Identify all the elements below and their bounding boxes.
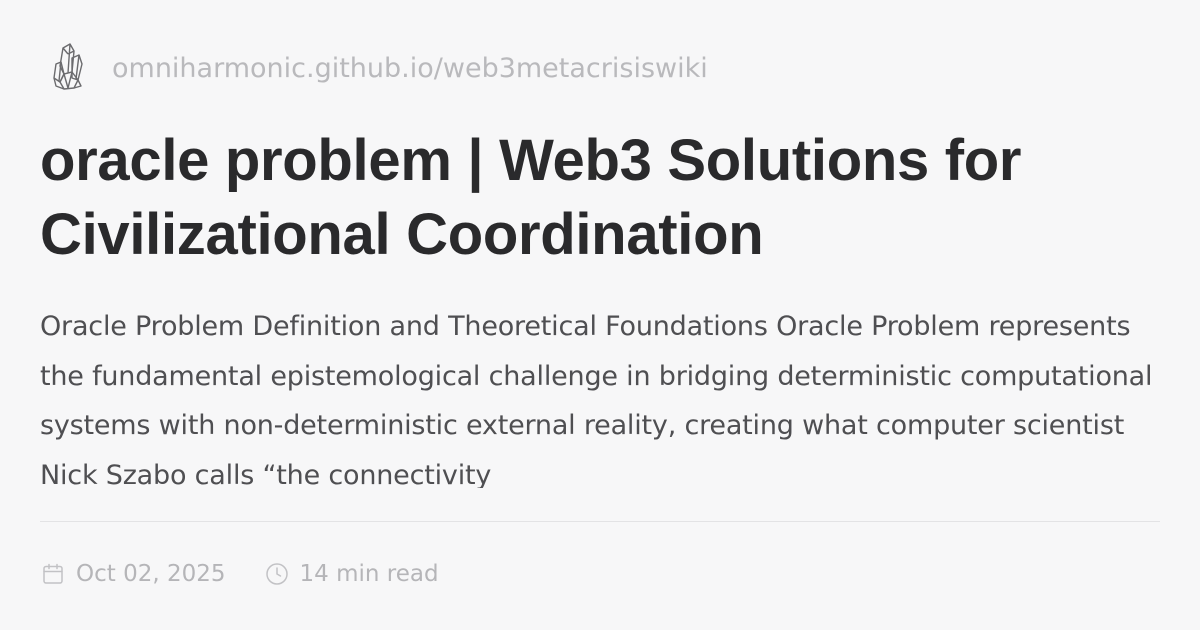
article-excerpt: Oracle Problem Definition and Theoretica…	[40, 311, 1153, 488]
link-preview-card[interactable]: omniharmonic.github.io/web3metacrisiswik…	[0, 0, 1200, 630]
clock-icon	[264, 561, 290, 587]
divider	[40, 521, 1160, 522]
read-time: 14 min read	[264, 561, 439, 587]
page-title[interactable]: oracle problem | Web3 Solutions for Civi…	[40, 124, 1170, 272]
publish-date-text: Oct 02, 2025	[76, 561, 226, 587]
site-url[interactable]: omniharmonic.github.io/web3metacrisiswik…	[112, 53, 708, 84]
site-header: omniharmonic.github.io/web3metacrisiswik…	[48, 40, 708, 96]
calendar-icon	[40, 561, 66, 587]
crystal-cluster-icon	[48, 40, 88, 96]
read-time-text: 14 min read	[299, 561, 439, 587]
publish-date: Oct 02, 2025	[40, 561, 226, 587]
article-meta: Oct 02, 2025 14 min read	[40, 556, 439, 592]
